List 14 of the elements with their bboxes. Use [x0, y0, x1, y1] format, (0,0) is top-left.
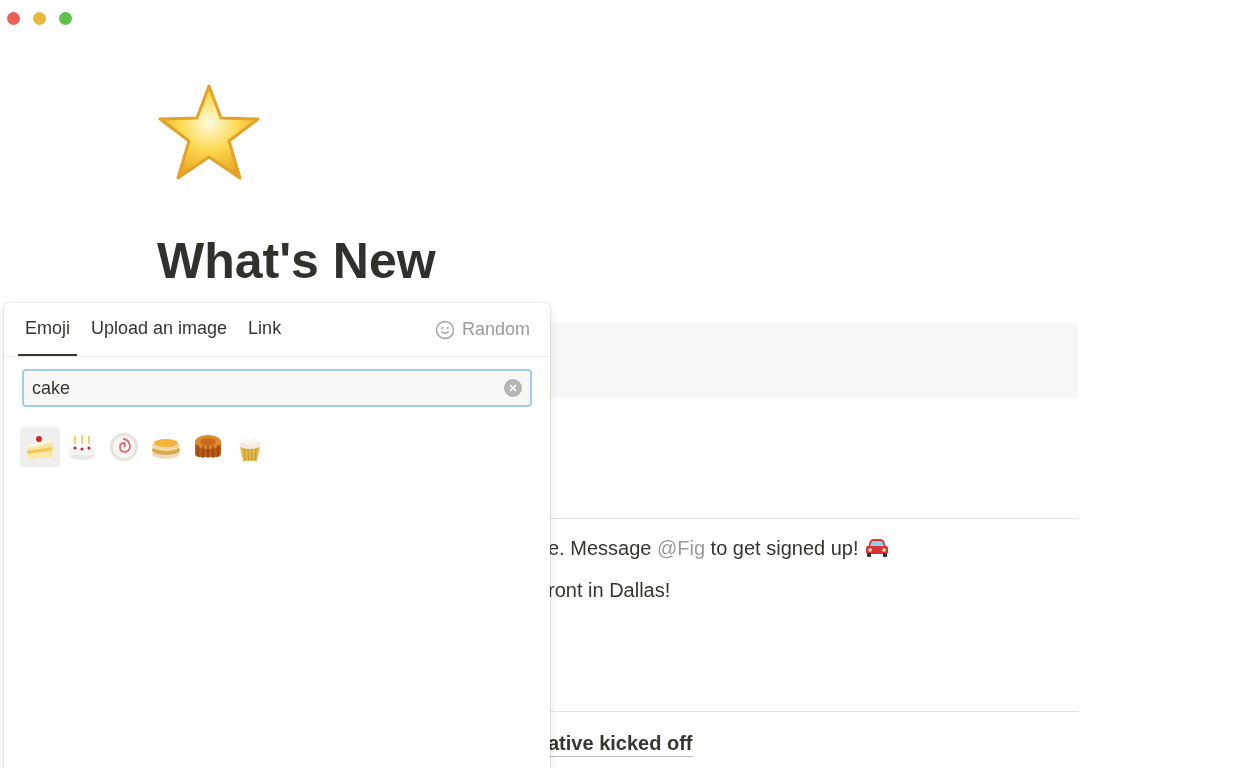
- star-icon[interactable]: [157, 83, 261, 181]
- clear-icon[interactable]: [504, 379, 522, 397]
- close-window-icon[interactable]: [7, 12, 20, 25]
- cake-slice-icon[interactable]: [20, 427, 60, 467]
- smiley-icon[interactable]: [434, 319, 455, 340]
- picker-tab[interactable]: Upload an image: [84, 303, 235, 356]
- minimize-window-icon[interactable]: [33, 12, 46, 25]
- picker-tab[interactable]: Link: [241, 303, 289, 356]
- search-field[interactable]: cake: [22, 369, 532, 407]
- zoom-window-icon[interactable]: [59, 12, 72, 25]
- car-icon: [864, 538, 889, 558]
- page-title: What's New: [157, 233, 437, 289]
- body-text: to get signed up!: [709, 536, 859, 561]
- picker-tab[interactable]: Emoji: [18, 303, 77, 356]
